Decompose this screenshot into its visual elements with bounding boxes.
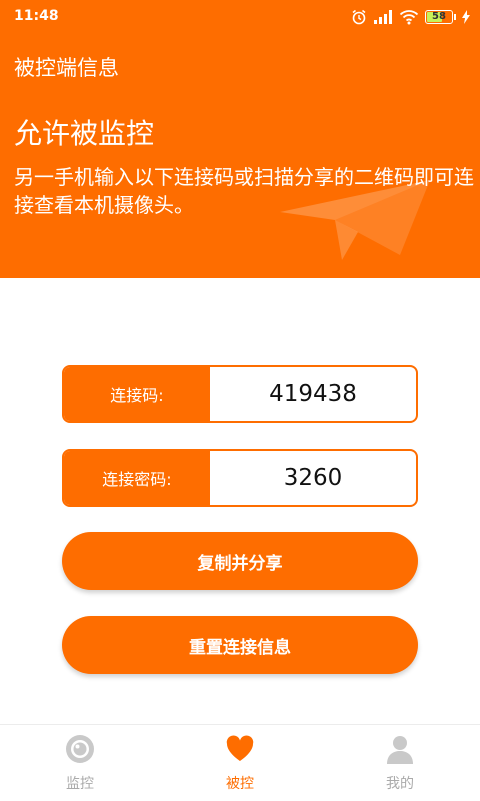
camera-icon <box>66 735 94 763</box>
battery-icon: 58 <box>425 10 453 24</box>
reset-connection-button[interactable]: 重置连接信息 <box>62 616 418 674</box>
copy-share-button[interactable]: 复制并分享 <box>62 532 418 590</box>
alarm-icon <box>352 9 366 25</box>
connection-password-row: 连接密码: 3260 <box>62 449 418 507</box>
connection-code-value: 419438 <box>269 381 357 407</box>
connection-password-label: 连接密码: <box>64 451 210 505</box>
nav-item-monitor[interactable]: 监控 <box>0 725 160 801</box>
status-time: 11:48 <box>14 8 59 24</box>
app-title: 被控端信息 <box>14 56 119 80</box>
wifi-icon <box>399 10 419 25</box>
nav-label-controlled: 被控 <box>226 776 254 792</box>
nav-label-monitor: 监控 <box>66 776 94 792</box>
charging-icon <box>462 10 470 24</box>
nav-item-mine[interactable]: 我的 <box>320 725 480 801</box>
connection-password-value: 3260 <box>283 465 343 491</box>
battery-level: 58 <box>432 11 446 22</box>
header: 11:48 58 被控端信息 允许被监控 另一手机输入以下连接码或扫描分享的二维… <box>0 0 480 278</box>
nav-label-mine: 我的 <box>386 776 414 792</box>
connection-code-label: 连接码: <box>64 367 210 421</box>
main-title: 允许被监控 <box>14 117 155 150</box>
heart-icon <box>226 735 254 761</box>
signal-icon <box>374 10 392 24</box>
paper-plane-icon <box>280 180 430 260</box>
person-icon <box>387 736 413 764</box>
nav-item-controlled[interactable]: 被控 <box>160 725 320 801</box>
bottom-nav: 监控 被控 我的 <box>0 724 480 801</box>
connection-code-row: 连接码: 419438 <box>62 365 418 423</box>
status-bar: 11:48 58 <box>0 0 480 34</box>
